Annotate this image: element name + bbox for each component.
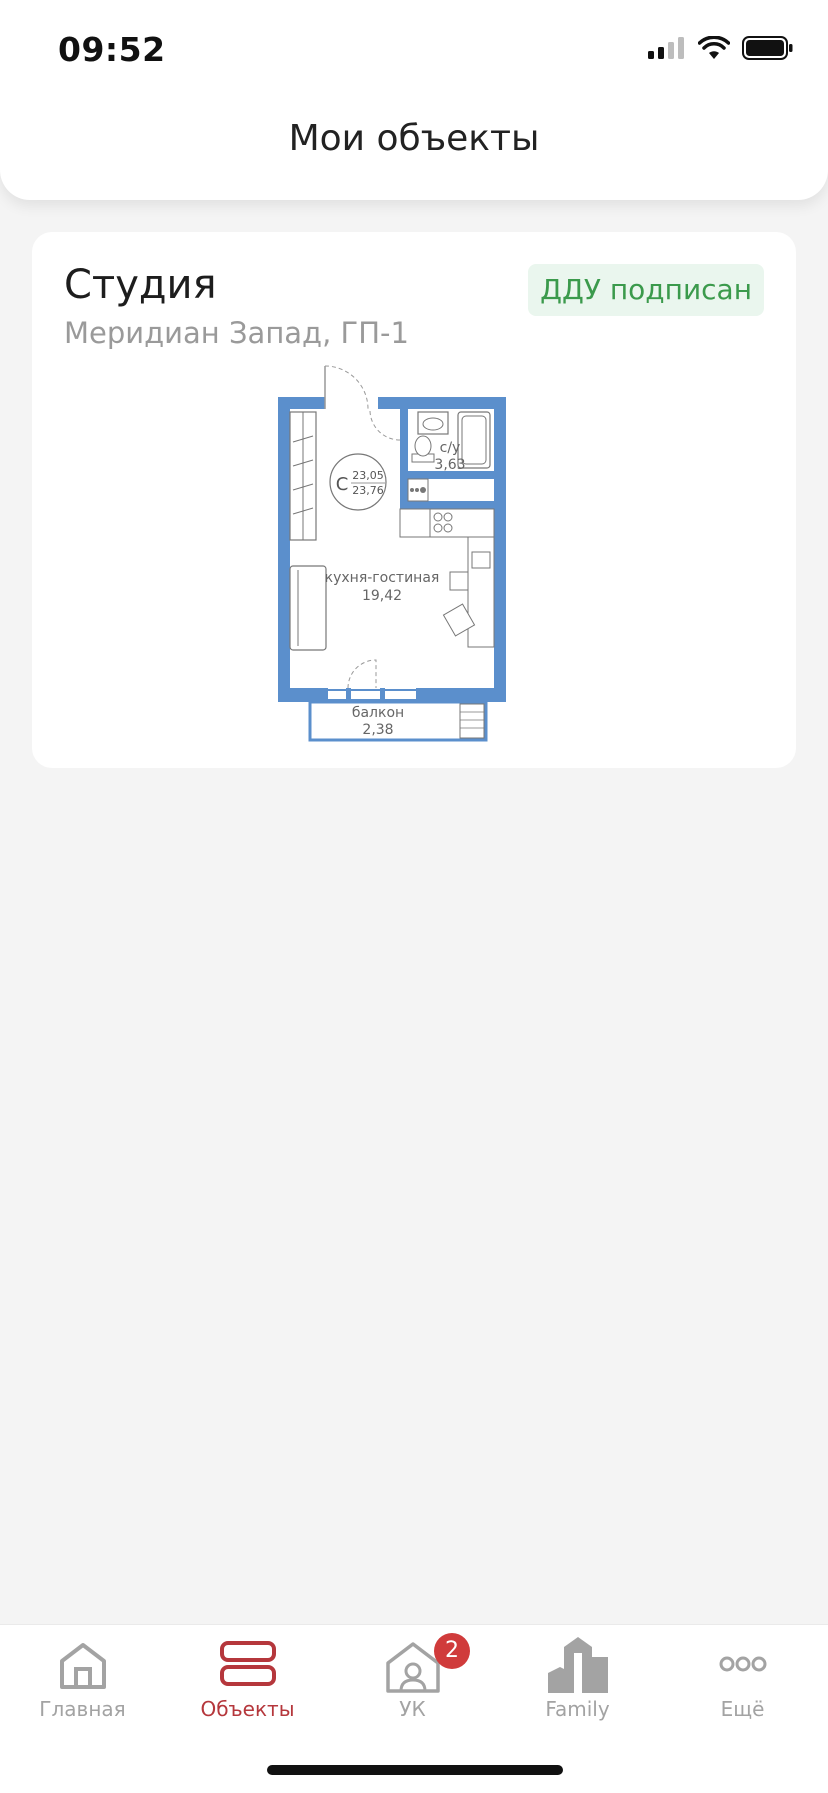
- cellular-signal-icon: [648, 37, 684, 59]
- bathroom-label: с/у: [440, 440, 461, 456]
- tab-uk[interactable]: 2 УК: [330, 1625, 495, 1745]
- wifi-icon: [698, 36, 730, 59]
- tab-home-label: Главная: [39, 1697, 126, 1721]
- bottom-tab-bar: Главная Объекты 2 УК Family Ещё: [0, 1624, 828, 1793]
- bathroom-area: 3,63: [434, 457, 465, 473]
- home-indicator: [267, 1765, 563, 1775]
- more-icon: [719, 1656, 766, 1672]
- tab-objects-label: Объекты: [200, 1697, 295, 1721]
- studio-mark: С: [336, 474, 349, 495]
- tab-home[interactable]: Главная: [0, 1625, 165, 1745]
- kitchen-label: кухня-гостиная: [325, 570, 440, 586]
- property-card[interactable]: Студия Меридиан Запад, ГП-1 ДДУ подписан…: [32, 232, 796, 768]
- status-time: 09:52: [58, 30, 166, 69]
- floor-plan-image: с/у 3,63 С 23,05 23,76 кухня-гостиная 19…: [278, 365, 506, 742]
- status-badge: ДДУ подписан: [528, 264, 764, 316]
- tab-family-label: Family: [545, 1697, 610, 1721]
- property-type: Студия: [64, 262, 217, 308]
- page-title: Мои объекты: [288, 118, 540, 159]
- status-bar: 09:52: [0, 0, 828, 95]
- tab-objects[interactable]: Объекты: [165, 1625, 330, 1745]
- tab-more-label: Ещё: [720, 1697, 765, 1721]
- objects-icon: [219, 1641, 276, 1686]
- property-complex: Меридиан Запад, ГП-1: [64, 316, 409, 350]
- tab-family[interactable]: Family: [495, 1625, 660, 1745]
- tab-uk-label: УК: [399, 1697, 426, 1721]
- area-total: 23,76: [352, 484, 384, 497]
- area-living: 23,05: [352, 469, 384, 482]
- balcony-label: балкон: [352, 705, 404, 721]
- kitchen-area: 19,42: [362, 588, 402, 604]
- management-icon: [385, 1642, 440, 1693]
- status-icons: [648, 36, 794, 60]
- tab-more[interactable]: Ещё: [660, 1625, 825, 1745]
- home-icon: [59, 1643, 106, 1689]
- notification-badge: 2: [434, 1633, 470, 1669]
- battery-icon: [742, 36, 793, 60]
- balcony-area: 2,38: [362, 722, 393, 738]
- family-icon: [547, 1637, 608, 1693]
